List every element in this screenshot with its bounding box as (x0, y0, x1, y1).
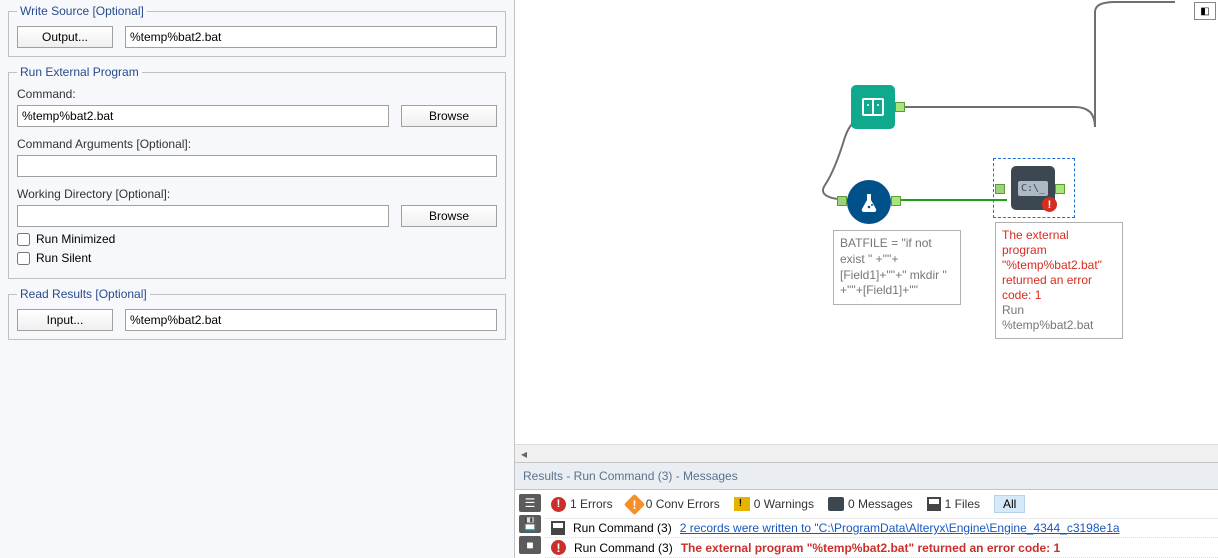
message-row[interactable]: ! Run Command (3) The external program "… (545, 538, 1218, 558)
run-minimized-check[interactable]: Run Minimized (17, 232, 497, 246)
run-minimized-label: Run Minimized (36, 232, 115, 246)
command-browse-button[interactable]: Browse (401, 105, 497, 127)
disk-icon (927, 497, 941, 511)
run-minimized-checkbox[interactable] (17, 233, 30, 246)
run-external-legend: Run External Program (17, 65, 142, 79)
run-silent-check[interactable]: Run Silent (17, 251, 497, 265)
wd-input[interactable] (17, 205, 389, 227)
results-body: ☰ 💾 ■ !1 Errors !0 Conv Errors !0 Warnin… (515, 490, 1218, 558)
wd-label: Working Directory [Optional]: (17, 187, 497, 201)
error-badge-icon: ! (1042, 197, 1057, 212)
stop-icon[interactable]: ■ (519, 536, 541, 554)
workflow-canvas[interactable]: ◧ C:\_ ! BATFILE = "if not exist " +'"'+… (515, 0, 1218, 444)
message-source: Run Command (3) (574, 541, 673, 555)
write-source-path[interactable] (125, 26, 497, 48)
all-filter-button[interactable]: All (994, 495, 1025, 513)
directory-tool-node[interactable] (851, 85, 895, 129)
anchor-out[interactable] (1055, 184, 1065, 194)
read-results-legend: Read Results [Optional] (17, 287, 150, 301)
scroll-left-icon[interactable]: ◂ (515, 445, 533, 463)
output-button[interactable]: Output... (17, 26, 113, 48)
args-input[interactable] (17, 155, 497, 177)
write-source-group: Write Source [Optional] Output... (8, 4, 506, 57)
anchor-in[interactable] (995, 184, 1005, 194)
write-source-legend: Write Source [Optional] (17, 4, 147, 18)
results-filter-bar: !1 Errors !0 Conv Errors !0 Warnings 0 M… (545, 490, 1218, 519)
messages-pill[interactable]: 0 Messages (828, 497, 913, 511)
message-source: Run Command (3) (573, 521, 672, 535)
message-error-text: The external program "%temp%bat2.bat" re… (681, 541, 1060, 555)
input-button[interactable]: Input... (17, 309, 113, 331)
save-log-icon[interactable]: 💾 (519, 515, 541, 533)
error-icon: ! (551, 540, 566, 555)
message-link[interactable]: 2 records were written to "C:\ProgramDat… (680, 521, 1120, 535)
anchor-out[interactable] (895, 102, 905, 112)
files-pill[interactable]: 1 Files (927, 497, 980, 511)
run-external-group: Run External Program Command: Browse Com… (8, 65, 506, 279)
run-silent-checkbox[interactable] (17, 252, 30, 265)
cmd-error-text: The external program "%temp%bat2.bat" re… (1002, 228, 1116, 303)
results-side-icons: ☰ 💾 ■ (515, 490, 545, 558)
formula-annotation-text: BATFILE = "if not exist " +'"'+[Field1]+… (840, 236, 947, 297)
docking-handle-icon[interactable]: ◧ (1194, 2, 1216, 20)
results-header: Results - Run Command (3) - Messages (515, 462, 1218, 490)
errors-pill[interactable]: !1 Errors (551, 497, 613, 512)
config-panel: Write Source [Optional] Output... Run Ex… (0, 0, 515, 558)
flask-icon (858, 191, 880, 213)
list-view-icon[interactable]: ☰ (519, 494, 541, 512)
anchor-in[interactable] (837, 196, 847, 206)
conv-errors-pill[interactable]: !0 Conv Errors (627, 497, 720, 512)
message-row[interactable]: Run Command (3) 2 records were written t… (545, 519, 1218, 538)
read-results-path[interactable] (125, 309, 497, 331)
wd-browse-button[interactable]: Browse (401, 205, 497, 227)
run-command-tool-node[interactable]: C:\_ ! (1011, 166, 1055, 210)
cmd-icon: C:\_ (1018, 181, 1048, 196)
cmd-annotation: The external program "%temp%bat2.bat" re… (995, 222, 1123, 339)
formula-tool-node[interactable] (847, 180, 891, 224)
formula-annotation: BATFILE = "if not exist " +'"'+[Field1]+… (833, 230, 961, 305)
cmd-sub-text: Run %temp%bat2.bat (1002, 303, 1116, 333)
command-input[interactable] (17, 105, 389, 127)
args-label: Command Arguments [Optional]: (17, 137, 497, 151)
command-label: Command: (17, 87, 497, 101)
right-panel: ◧ C:\_ ! BATFILE = "if not exist " +'"'+… (515, 0, 1218, 558)
disk-icon (551, 521, 565, 535)
canvas-h-scrollbar[interactable]: ◂ (515, 444, 1218, 462)
warnings-pill[interactable]: !0 Warnings (734, 497, 814, 511)
read-results-group: Read Results [Optional] Input... (8, 287, 506, 340)
run-silent-label: Run Silent (36, 251, 91, 265)
book-icon (860, 96, 886, 118)
anchor-out[interactable] (891, 196, 901, 206)
